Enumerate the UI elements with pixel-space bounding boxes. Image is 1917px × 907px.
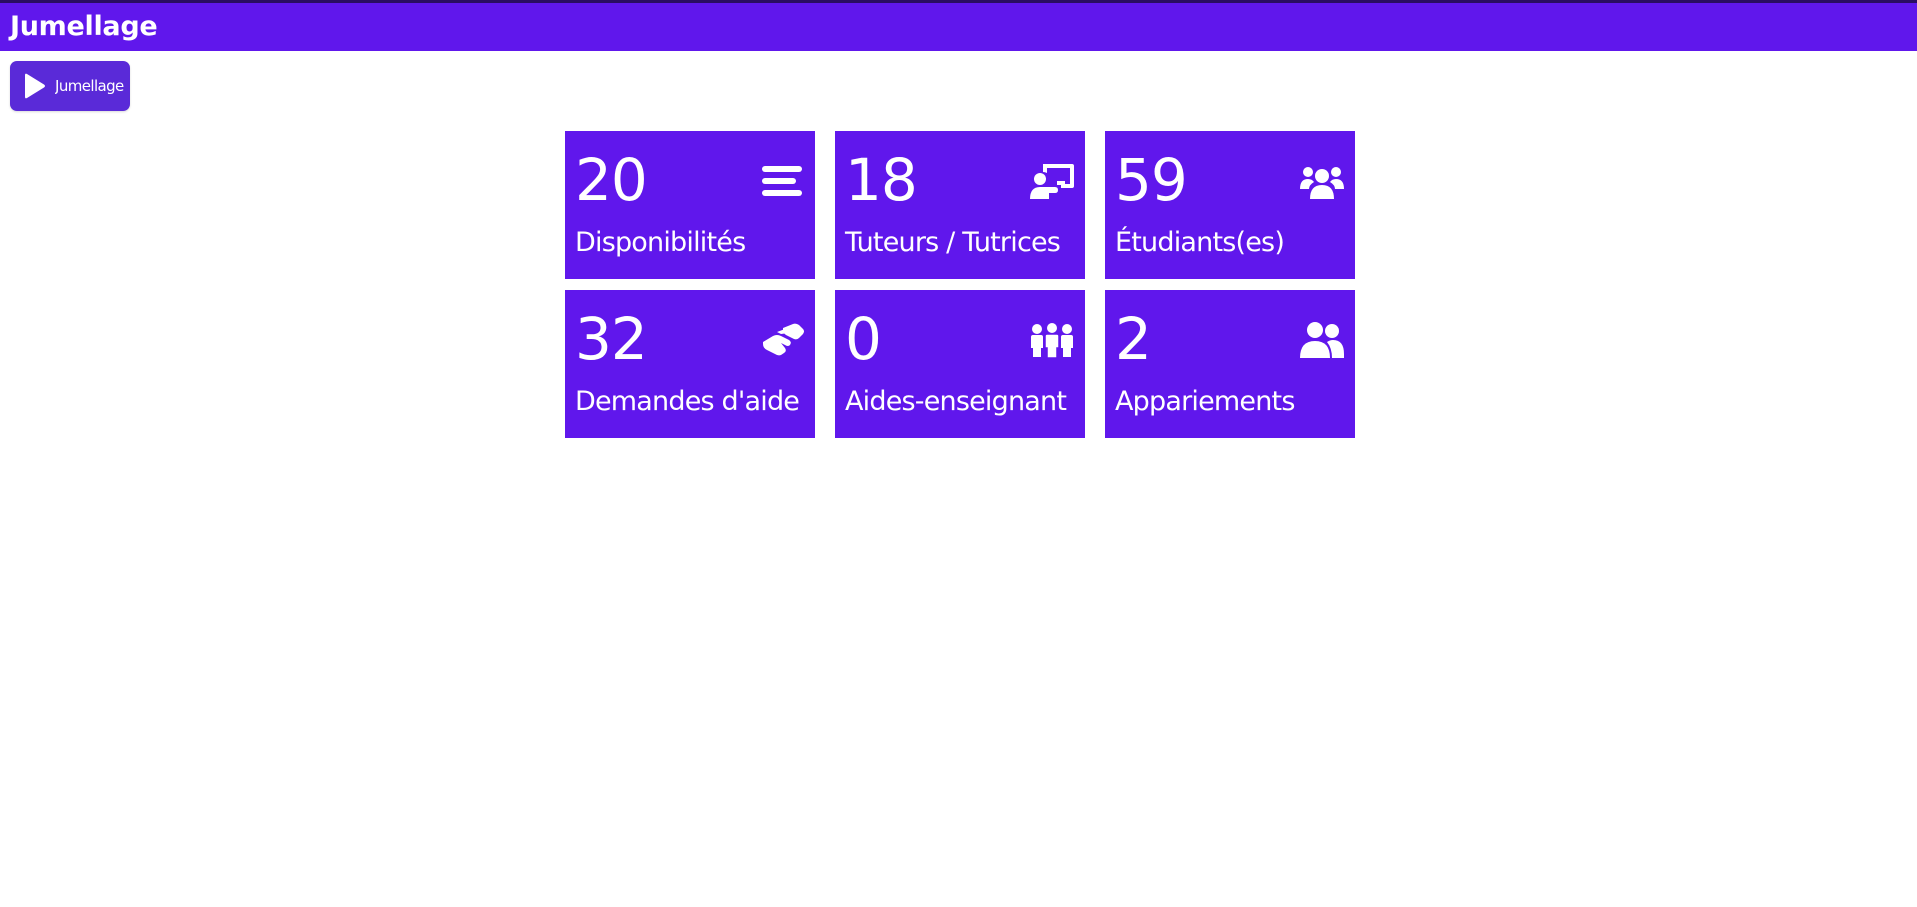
launch-button-label: Jumellage	[55, 77, 124, 95]
tile-label: Disponibilités	[575, 227, 746, 258]
tile-appariements[interactable]: 2 Appariements	[1105, 290, 1355, 438]
top-bar: Jumellage	[0, 0, 1917, 51]
list-icon	[762, 166, 802, 196]
play-icon	[25, 73, 45, 99]
tile-count: 20	[575, 146, 648, 214]
user-pair-icon	[1300, 322, 1344, 358]
tile-label: Aides-enseignant	[845, 386, 1067, 417]
handshake-icon	[763, 323, 804, 356]
app-title: Jumellage	[10, 11, 158, 42]
tile-count: 2	[1115, 305, 1152, 373]
chalkboard-teacher-icon	[1030, 164, 1074, 199]
users-group-icon	[1300, 167, 1344, 199]
people-group-icon	[1031, 323, 1073, 359]
tile-count: 0	[845, 305, 882, 373]
tile-label: Étudiants(es)	[1115, 227, 1285, 258]
tile-tuteurs[interactable]: 18 Tuteurs / Tutrices	[835, 131, 1085, 279]
tile-demandes-aide[interactable]: 32 Demandes d'aide	[565, 290, 815, 438]
tile-label: Appariements	[1115, 386, 1295, 417]
tile-count: 59	[1115, 146, 1188, 214]
tile-label: Tuteurs / Tutrices	[845, 227, 1061, 258]
jumellage-launch-button[interactable]: Jumellage	[10, 61, 130, 111]
tile-label: Demandes d'aide	[575, 386, 800, 417]
tile-aides-enseignant[interactable]: 0 Aides-enseignant	[835, 290, 1085, 438]
tile-count: 18	[845, 146, 918, 214]
tile-disponibilites[interactable]: 20 Disponibilités	[565, 131, 815, 279]
tile-count: 32	[575, 305, 648, 373]
tile-etudiants[interactable]: 59 Étudiants(es)	[1105, 131, 1355, 279]
